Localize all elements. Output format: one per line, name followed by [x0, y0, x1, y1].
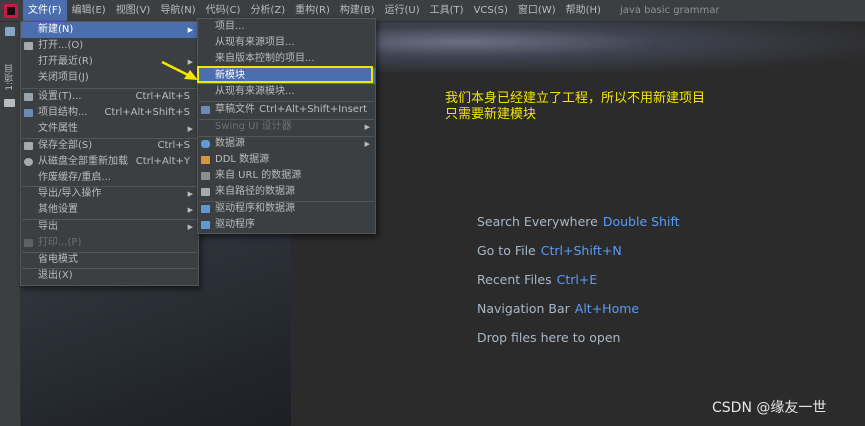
submenu-arrow-icon: ▶ [364, 123, 370, 131]
submenu-item-scratch-file[interactable]: 草稿文件 Ctrl+Alt+Shift+Insert [198, 102, 375, 118]
shortcut: Ctrl+Alt+Shift+S [104, 107, 190, 118]
shortcut: Ctrl+Alt+S [135, 91, 190, 102]
menu-file[interactable]: 文件(F) [23, 0, 67, 21]
shortcut: Ctrl+Alt+Y [135, 156, 190, 167]
hint-navigation-bar: Navigation Bar Alt+Home [477, 301, 640, 316]
annotation-line-1: 我们本身已经建立了工程，所以不用新建项目 [445, 91, 706, 106]
scratch-file-icon [201, 106, 210, 114]
welcome-hints: Search Everywhere Double Shift Go to File… [477, 214, 680, 359]
menu-help[interactable]: 帮助(H) [561, 0, 606, 21]
submenu-item-driver-and-data-source[interactable]: 驱动程序和数据源 [198, 201, 375, 217]
reload-icon [24, 158, 33, 166]
submenu-arrow-icon: ▶ [187, 190, 193, 198]
project-structure-icon [24, 109, 33, 117]
submenu-item-module-from-sources[interactable]: 从现有来源模块... [198, 84, 375, 100]
menu-item-settings[interactable]: 设置(T)... Ctrl+Alt+S [21, 89, 198, 105]
new-module-highlight-box [197, 66, 373, 83]
annotation-text: 我们本身已经建立了工程，所以不用新建项目 只需要新建模块 [445, 91, 705, 123]
hint-drop-files: Drop files here to open [477, 330, 621, 345]
submenu-item-project-from-vcs[interactable]: 来自版本控制的项目... [198, 51, 375, 67]
submenu-item-ddl-data-source[interactable]: DDL 数据源 [198, 152, 375, 168]
hint-recent-files: Recent Files Ctrl+E [477, 272, 598, 287]
project-tool-tab[interactable]: 1:项目 [3, 64, 16, 91]
menu-item-export[interactable]: 导出 ▶ [21, 219, 198, 235]
window-title: java basic grammar [619, 5, 720, 16]
submenu-item-driver[interactable]: 驱动程序 [198, 217, 375, 233]
driver-icon [201, 221, 210, 229]
menu-run[interactable]: 运行(U) [380, 0, 425, 21]
database-icon [201, 140, 210, 148]
print-icon [24, 239, 33, 247]
csdn-watermark: CSDN @缘友一世 [712, 400, 827, 416]
intellij-app-icon [4, 3, 18, 18]
menu-edit[interactable]: 编辑(E) [67, 0, 111, 21]
submenu-arrow-icon: ▶ [187, 26, 193, 34]
menu-item-exit[interactable]: 退出(X) [21, 268, 198, 284]
submenu-arrow-icon: ▶ [187, 223, 193, 231]
project-window-icon[interactable] [5, 27, 15, 36]
shortcut: Ctrl+S [157, 140, 190, 151]
submenu-item-project-from-sources[interactable]: 从现有来源项目... [198, 35, 375, 51]
menu-item-file-properties[interactable]: 文件属性 ▶ [21, 121, 198, 137]
menu-bar: 文件(F) 编辑(E) 视图(V) 导航(N) 代码(C) 分析(Z) 重构(R… [0, 0, 865, 22]
menu-tools[interactable]: 工具(T) [425, 0, 469, 21]
submenu-item-path-data-source[interactable]: 来自路径的数据源 [198, 184, 375, 200]
menu-item-project-structure[interactable]: 项目结构... Ctrl+Alt+Shift+S [21, 105, 198, 121]
driver-datasource-icon [201, 205, 210, 213]
menu-window[interactable]: 窗口(W) [513, 0, 561, 21]
path-datasource-icon [201, 188, 210, 196]
hint-key: Ctrl+Shift+N [540, 243, 622, 258]
menu-item-power-save[interactable]: 省电模式 [21, 252, 198, 268]
hint-search-everywhere: Search Everywhere Double Shift [477, 214, 680, 229]
submenu-arrow-icon: ▶ [187, 125, 193, 133]
save-icon [24, 142, 33, 150]
annotation-arrow-icon [161, 60, 198, 80]
menu-item-other-settings[interactable]: 其他设置 ▶ [21, 202, 198, 218]
background-artwork-top [291, 22, 865, 72]
submenu-item-swing-ui-designer[interactable]: Swing UI 设计器 ▶ [198, 119, 375, 135]
folder-icon [24, 42, 33, 50]
submenu-arrow-icon: ▶ [364, 140, 370, 148]
menu-view[interactable]: 视图(V) [111, 0, 156, 21]
folder-icon [4, 99, 15, 107]
menu-item-save-all[interactable]: 保存全部(S) Ctrl+S [21, 138, 198, 154]
submenu-arrow-icon: ▶ [187, 206, 193, 214]
submenu-item-url-data-source[interactable]: 来自 URL 的数据源 [198, 168, 375, 184]
menu-item-reload-all[interactable]: 从磁盘全部重新加载 Ctrl+Alt+Y [21, 154, 198, 170]
hint-key: Double Shift [602, 214, 680, 229]
menu-item-invalidate-caches[interactable]: 作废缓存/重启... [21, 170, 198, 186]
hint-go-to-file: Go to File Ctrl+Shift+N [477, 243, 622, 258]
menu-item-manage-ide-settings[interactable]: 导出/导入操作 ▶ [21, 186, 198, 202]
annotation-line-2: 只需要新建模块 [445, 107, 537, 122]
submenu-item-data-source[interactable]: 数据源 ▶ [198, 136, 375, 152]
menu-vcs[interactable]: VCS(S) [469, 0, 513, 21]
hint-key: Ctrl+E [556, 272, 598, 287]
menu-item-new[interactable]: 新建(N) ▶ [21, 22, 198, 38]
menu-item-print[interactable]: 打印...(P) [21, 235, 198, 251]
ddl-icon [201, 156, 210, 164]
menu-item-open[interactable]: 打开...(O) [21, 38, 198, 54]
wrench-icon [24, 93, 33, 101]
hint-key: Alt+Home [574, 301, 640, 316]
menu-navigate[interactable]: 导航(N) [155, 0, 200, 21]
submenu-item-project[interactable]: 项目... [198, 19, 375, 35]
new-submenu: 项目... 从现有来源项目... 来自版本控制的项目... 新模块 从现有来源模… [197, 18, 376, 234]
url-datasource-icon [201, 172, 210, 180]
left-tool-strip: 1:项目 [0, 22, 21, 426]
shortcut: Ctrl+Alt+Shift+Insert [259, 104, 367, 115]
